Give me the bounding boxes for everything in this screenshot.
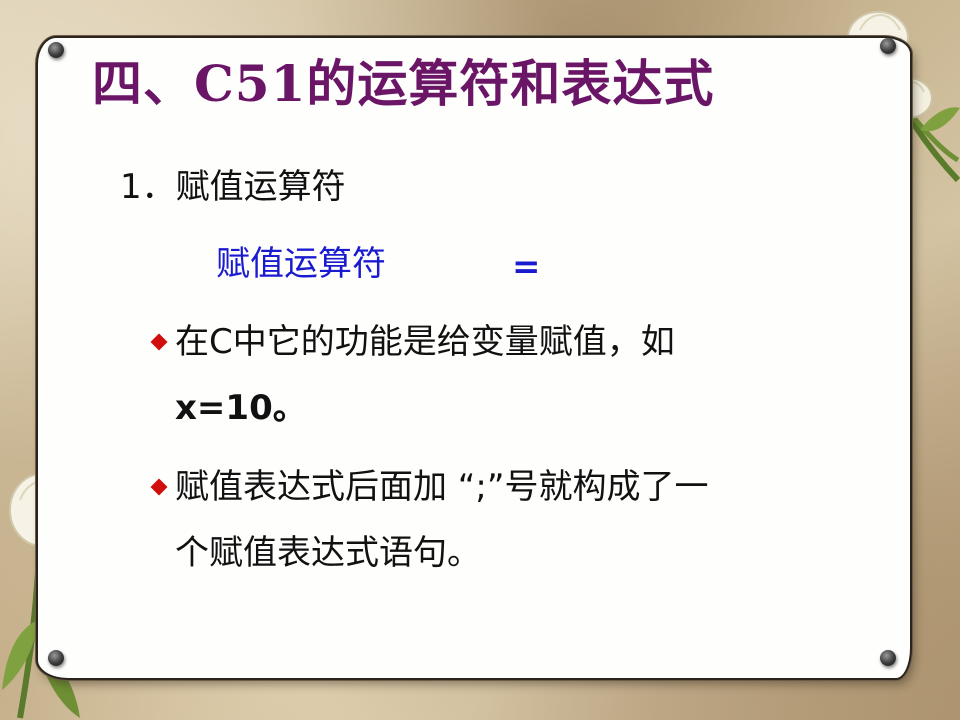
pushpin-top-right-icon — [880, 38, 896, 54]
operator-label: 赋值运算符 — [216, 244, 386, 284]
bullet-2-line-2: 个赋值表达式语句。 — [175, 533, 481, 573]
bullet-1-line-2: x=10。 — [175, 388, 307, 428]
section-heading: 1．赋值运算符 — [120, 167, 346, 207]
bullet-1-line-1: 在C中它的功能是给变量赋值，如 — [175, 322, 675, 362]
pushpin-top-left-icon — [48, 42, 64, 58]
slide-title: 四、C51的运算符和表达式 — [92, 54, 715, 113]
pushpin-bottom-left-icon — [48, 650, 64, 666]
operator-symbol: = — [512, 247, 541, 287]
pushpin-bottom-right-icon — [880, 650, 896, 666]
bullet-2-line-1: 赋值表达式后面加 “;”号就构成了一 — [175, 467, 709, 507]
